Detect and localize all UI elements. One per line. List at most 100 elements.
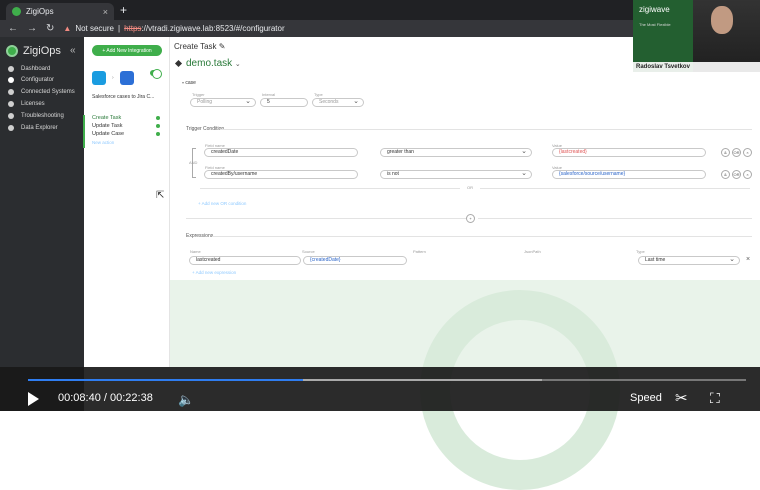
tab-title: ZigiOps: [26, 7, 54, 16]
status-dot-icon: [156, 132, 160, 136]
sidebar-item-configurator[interactable]: Configurator: [8, 77, 54, 83]
total-duration: 00:22:38: [110, 392, 153, 404]
sidebar-item-data-explorer[interactable]: Data Explorer: [8, 125, 58, 131]
or-divider-left: [200, 188, 460, 189]
configurator-icon: [8, 77, 14, 83]
mouse-cursor-icon: ⇱: [156, 190, 165, 201]
and-button[interactable]: &: [721, 170, 730, 179]
operation-item[interactable]: Update Case: [92, 131, 160, 137]
add-expression-link[interactable]: + Add new expression: [192, 270, 236, 275]
zigiops-favicon-icon: [12, 7, 21, 16]
sidebar-item-troubleshooting[interactable]: Troubleshooting: [8, 113, 64, 119]
chevron-down-icon: ⌄: [234, 61, 241, 68]
tab-close-icon[interactable]: ×: [103, 7, 108, 17]
edit-icon[interactable]: ✎: [219, 42, 226, 51]
entity-label: ▾ case: [182, 80, 196, 86]
browser-tab[interactable]: ZigiOps ×: [6, 3, 114, 20]
trigger-condition-title: Trigger Condition: [186, 126, 225, 132]
trigger-label: Trigger: [192, 92, 205, 97]
condition-field-input[interactable]: createdBy/username: [204, 170, 358, 179]
interval-input[interactable]: 5: [260, 98, 308, 107]
volume-icon[interactable]: 🔈: [178, 392, 194, 408]
operation-name[interactable]: demo.task ⌄: [174, 58, 241, 69]
operation-item[interactable]: Create Task: [92, 115, 160, 121]
chevron-icon: ▾: [182, 80, 185, 85]
presenter-face: [711, 6, 733, 34]
operation-selected-bar: [83, 115, 85, 148]
expression-name-input[interactable]: lastcreated: [189, 256, 301, 265]
or-button[interactable]: OR: [732, 170, 741, 179]
status-dot-icon: [156, 124, 160, 128]
progress-played: [28, 379, 303, 381]
app-sidebar: ZigiOps « Dashboard Configurator Connect…: [0, 37, 84, 411]
or-label: OR: [467, 185, 473, 190]
sidebar-item-dashboard[interactable]: Dashboard: [8, 66, 50, 72]
search-icon: [8, 113, 14, 119]
type-label: Type: [314, 92, 323, 97]
speed-button[interactable]: Speed: [630, 392, 662, 404]
add-or-condition-link[interactable]: + Add new OR condition: [198, 201, 246, 206]
add-action-link[interactable]: New action: [92, 140, 114, 145]
back-icon[interactable]: ←: [8, 23, 18, 34]
group-divider-left: [186, 218, 466, 219]
condition-value-input[interactable]: {lastcreated}: [552, 148, 706, 157]
condition-value-input[interactable]: {salesforce/source/username}: [552, 170, 706, 179]
presenter-name: Radoslav Tsvetkov: [633, 62, 760, 72]
condition-operator-select[interactable]: is not: [380, 170, 532, 179]
add-group-button[interactable]: +: [466, 214, 475, 223]
app-logo: ZigiOps: [6, 45, 61, 57]
add-integration-button[interactable]: + Add New Integration: [92, 45, 162, 56]
integration-name: Salesforce cases to Jira C...: [92, 94, 155, 100]
status-dot-icon: [156, 116, 160, 120]
lock-icon: [8, 101, 14, 107]
condition-field-input[interactable]: createdDate: [204, 148, 358, 157]
play-icon[interactable]: [28, 392, 39, 406]
and-button[interactable]: &: [721, 148, 730, 157]
security-label: Not secure: [75, 24, 114, 33]
type-select[interactable]: Seconds: [312, 98, 364, 107]
time-display: 00:08:40 / 00:22:38: [58, 392, 153, 404]
document-icon: [8, 125, 14, 131]
expression-name-label: Name: [190, 249, 201, 254]
remove-expression-icon[interactable]: ×: [746, 256, 750, 263]
expression-jsonpath-label: JsonPath: [524, 249, 541, 254]
warning-icon: ▲: [63, 24, 72, 33]
video-control-bar: [0, 367, 760, 411]
or-divider-right: [480, 188, 750, 189]
remove-condition-button[interactable]: ×: [743, 148, 752, 157]
page-title: Create Task ✎: [174, 42, 226, 51]
url-field[interactable]: ▲ Not secure | https://vtradi.zigiwave.l…: [63, 24, 284, 33]
fullscreen-icon[interactable]: ⛶: [710, 390, 720, 407]
operation-item[interactable]: Update Task: [92, 123, 160, 129]
forward-icon[interactable]: →: [27, 23, 37, 34]
current-time: 00:08:40: [58, 392, 101, 404]
expression-source-label: Source: [302, 249, 315, 254]
expression-source-input[interactable]: {createdDate}: [303, 256, 407, 265]
section-divider: [220, 129, 752, 130]
integration-toggle[interactable]: [150, 69, 162, 79]
expression-pattern-label: Pattern: [413, 249, 426, 254]
expressions-title: Expressions: [186, 233, 214, 239]
diamond-icon: [174, 59, 183, 68]
group-divider-right: [478, 218, 752, 219]
webcam-overlay: zigiwave The Most Flexible Radoslav Tsve…: [633, 0, 760, 72]
remove-condition-button[interactable]: ×: [743, 170, 752, 179]
collapse-sidebar-icon[interactable]: «: [70, 45, 76, 56]
trigger-select[interactable]: Polling: [190, 98, 256, 107]
connected-systems-icon: [8, 89, 14, 95]
jira-icon: [119, 71, 134, 85]
reload-icon[interactable]: ↻: [46, 23, 54, 34]
app-name: ZigiOps: [23, 45, 61, 57]
dashboard-icon: [8, 66, 14, 72]
interval-label: Interval: [262, 92, 276, 97]
new-tab-button[interactable]: +: [120, 3, 127, 17]
expression-type-select[interactable]: Last time: [638, 256, 740, 265]
sidebar-item-licenses[interactable]: Licenses: [8, 101, 45, 107]
expression-type-label: Type: [636, 249, 645, 254]
scissors-icon[interactable]: ✂: [675, 389, 688, 407]
or-button[interactable]: OR: [732, 148, 741, 157]
sidebar-item-connected-systems[interactable]: Connected Systems: [8, 89, 75, 95]
integration-panel: + Add New Integration › Salesforce cases…: [84, 37, 170, 367]
condition-operator-select[interactable]: greater than: [380, 148, 532, 157]
url-scheme: https: [124, 24, 142, 33]
